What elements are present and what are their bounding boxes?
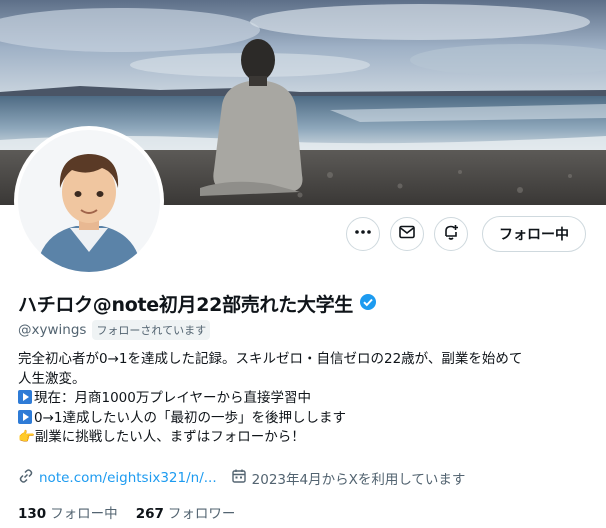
profile-name-row: ハチロク@note初月22部売れた大学生 [18, 290, 377, 317]
link-icon [18, 468, 34, 488]
bio-line-text: 0→1達成したい人の「最初の一歩」を後押しします [34, 409, 346, 426]
following-count: 130 [18, 506, 47, 522]
mail-icon [398, 223, 416, 245]
more-button[interactable] [346, 217, 380, 251]
follow-counts: 130 フォロー中 267 フォロワー [18, 502, 235, 522]
play-button-emoji-icon [18, 390, 32, 404]
joined-date: 2023年4月からXを利用しています [251, 472, 466, 488]
display-name: ハチロク@note初月22部売れた大学生 [18, 294, 353, 316]
verified-badge-icon [359, 293, 377, 315]
profile-actions: フォロー中 [346, 216, 586, 252]
followers-count-link[interactable]: 267 フォロワー [136, 502, 236, 522]
following-button[interactable]: フォロー中 [482, 216, 586, 252]
bio-line: 0→1達成したい人の「最初の一歩」を後押しします [18, 409, 593, 429]
bio-line: 人生激変。 [18, 370, 86, 387]
following-label: フォロー中 [50, 506, 118, 522]
bell-plus-icon [442, 223, 460, 245]
notification-button[interactable] [434, 217, 468, 251]
profile-link[interactable]: note.com/eightsix321/n/... [39, 470, 217, 486]
handle: @xywings [18, 322, 87, 338]
bio-line: 完全初心者が0→1を達成した記録。スキルゼロ・自信ゼロの22歳が、副業を始めて [18, 351, 523, 367]
message-button[interactable] [390, 217, 424, 251]
followers-count: 267 [135, 506, 164, 522]
profile-link-item: note.com/eightsix321/n/... [18, 468, 217, 488]
profile-bio: 完全初心者が0→1を達成した記録。スキルゼロ・自信ゼロの22歳が、副業を始めて … [18, 350, 593, 448]
joined-item: 2023年4月からXを利用しています [231, 468, 466, 488]
profile-avatar[interactable] [18, 130, 160, 272]
followers-label: フォロワー [167, 506, 236, 522]
follows-you-badge: フォローされています [92, 320, 211, 340]
profile-meta: note.com/eightsix321/n/... 2023年4月からXを利用… [18, 468, 465, 488]
play-button-emoji-icon [18, 409, 32, 424]
handle-row: @xywings フォローされています [18, 320, 211, 340]
bio-line: 現在：月商1000万プレイヤーから直接学習中 [18, 389, 593, 409]
bio-line: 👉副業に挑戦したい人、まずはフォローから！ [18, 429, 305, 445]
bio-line-text: 現在：月商1000万プレイヤーから直接学習中 [34, 390, 311, 406]
calendar-icon [231, 468, 247, 488]
more-icon [354, 223, 372, 245]
following-count-link[interactable]: 130 フォロー中 [18, 502, 118, 522]
